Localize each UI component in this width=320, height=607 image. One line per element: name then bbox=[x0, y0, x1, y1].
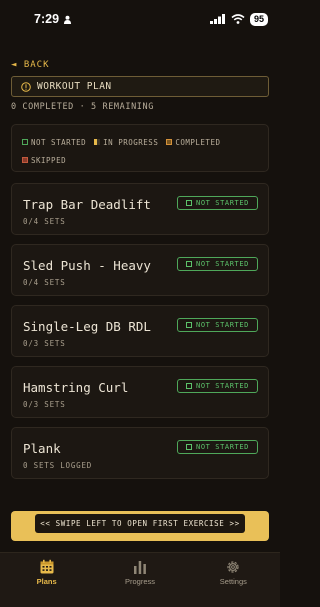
legend-in-progress: IN PROGRESS bbox=[94, 138, 158, 147]
exercise-name: Plank bbox=[23, 441, 61, 456]
status-legend: NOT STARTED IN PROGRESS COMPLETED SKIPPE… bbox=[11, 124, 269, 172]
status-badge: NOT STARTED bbox=[177, 196, 258, 210]
tab-label: Progress bbox=[124, 577, 155, 586]
legend-label: IN PROGRESS bbox=[103, 137, 159, 147]
exercise-card[interactable]: Hamstring Curl 0/3 SETS NOT STARTED bbox=[11, 366, 269, 418]
status-badge: NOT STARTED bbox=[177, 440, 258, 454]
exercise-name: Trap Bar Deadlift bbox=[23, 197, 151, 212]
legend-label: NOT STARTED bbox=[31, 137, 87, 147]
tab-progress[interactable]: Progress bbox=[93, 553, 186, 607]
back-button[interactable]: ◄ BACK bbox=[11, 60, 50, 70]
status-indicators: 95 bbox=[209, 12, 268, 26]
exercise-sets: 0 SETS LOGGED bbox=[23, 461, 93, 470]
exercise-sets: 0/3 SETS bbox=[23, 339, 66, 348]
tab-label: Plans bbox=[36, 577, 57, 586]
exercise-sets: 0/4 SETS bbox=[23, 278, 66, 287]
legend-completed: COMPLETED bbox=[166, 138, 220, 147]
legend-label: COMPLETED bbox=[175, 137, 221, 147]
gear-icon bbox=[227, 561, 239, 573]
plan-header: WORKOUT PLAN bbox=[11, 76, 269, 97]
back-label: ◄ BACK bbox=[11, 60, 50, 70]
battery-indicator: 95 bbox=[249, 12, 268, 26]
legend-label: SKIPPED bbox=[31, 155, 67, 165]
exercise-name: Hamstring Curl bbox=[23, 380, 129, 395]
status-badge-label: NOT STARTED bbox=[196, 260, 249, 268]
not-started-swatch-icon bbox=[22, 139, 28, 145]
tab-settings[interactable]: Settings bbox=[187, 553, 280, 607]
info-icon bbox=[21, 81, 31, 92]
page-title: WORKOUT PLAN bbox=[37, 81, 112, 92]
in-progress-swatch-icon bbox=[94, 139, 101, 145]
exercise-card[interactable]: Plank 0 SETS LOGGED NOT STARTED bbox=[11, 427, 269, 479]
cellular-signal-icon bbox=[209, 14, 225, 24]
checkbox-icon bbox=[186, 261, 193, 267]
tab-bar: Plans Progress Settings bbox=[0, 552, 280, 607]
swipe-hint: << SWIPE LEFT TO OPEN FIRST EXERCISE >> bbox=[35, 514, 245, 533]
clock-text: 7:29 bbox=[34, 12, 60, 26]
completion-summary: 0 COMPLETED · 5 REMAINING bbox=[11, 102, 154, 112]
checkbox-icon bbox=[186, 444, 193, 450]
wifi-icon bbox=[231, 14, 245, 24]
status-badge-label: NOT STARTED bbox=[196, 382, 249, 390]
status-badge: NOT STARTED bbox=[177, 257, 258, 271]
status-badge-label: NOT STARTED bbox=[196, 443, 249, 451]
status-bar: 7:29 95 bbox=[0, 0, 280, 38]
person-icon bbox=[63, 15, 72, 24]
completed-swatch-icon bbox=[166, 139, 173, 145]
exercise-name: Sled Push - Heavy bbox=[23, 258, 151, 273]
checkbox-icon bbox=[186, 322, 193, 328]
status-badge: NOT STARTED bbox=[177, 379, 258, 393]
exercise-card[interactable]: Sled Push - Heavy 0/4 SETS NOT STARTED bbox=[11, 244, 269, 296]
skipped-swatch-icon bbox=[22, 157, 28, 163]
exercise-sets: 0/3 SETS bbox=[23, 400, 66, 409]
exercise-card[interactable]: Trap Bar Deadlift 0/4 SETS NOT STARTED bbox=[11, 183, 269, 235]
status-badge-label: NOT STARTED bbox=[196, 199, 249, 207]
calendar-icon bbox=[40, 559, 54, 574]
legend-not-started: NOT STARTED bbox=[22, 138, 86, 147]
status-badge: NOT STARTED bbox=[177, 318, 258, 332]
swipe-hint-bar[interactable]: << SWIPE LEFT TO OPEN FIRST EXERCISE >> bbox=[11, 511, 269, 541]
checkbox-icon bbox=[186, 383, 193, 389]
checkbox-icon bbox=[186, 200, 193, 206]
exercise-name: Single-Leg DB RDL bbox=[23, 319, 151, 334]
tab-plans[interactable]: Plans bbox=[0, 553, 93, 607]
bar-chart-icon bbox=[133, 561, 146, 574]
status-time: 7:29 bbox=[34, 12, 72, 26]
status-badge-label: NOT STARTED bbox=[196, 321, 249, 329]
exercise-card[interactable]: Single-Leg DB RDL 0/3 SETS NOT STARTED bbox=[11, 305, 269, 357]
legend-skipped: SKIPPED bbox=[22, 156, 66, 165]
tab-label: Settings bbox=[219, 577, 247, 586]
exercise-sets: 0/4 SETS bbox=[23, 217, 66, 226]
